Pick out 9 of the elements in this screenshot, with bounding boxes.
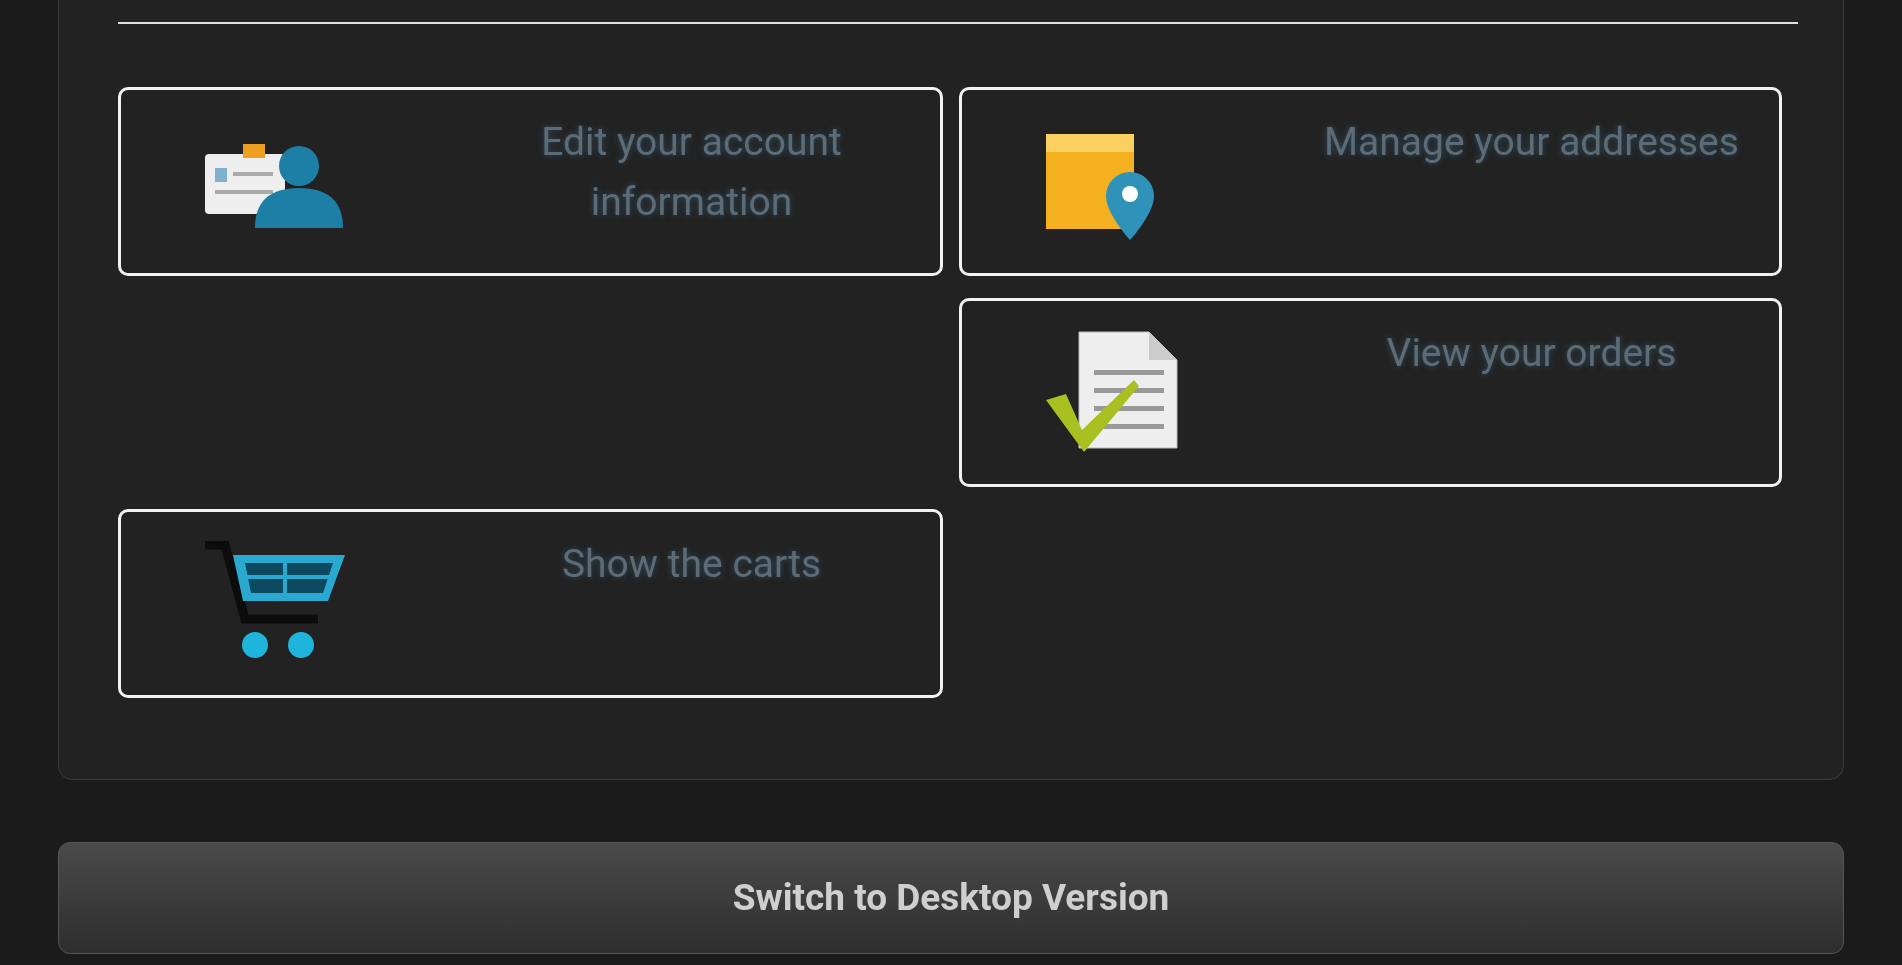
menu-card-label: Manage your addresses: [1323, 118, 1740, 167]
menu-card[interactable]: Show the carts: [118, 509, 943, 698]
menu-card[interactable]: View your orders: [959, 298, 1782, 487]
menu-card-label: Edit your account information: [540, 118, 843, 227]
menu-card[interactable]: Manage your addresses: [959, 87, 1782, 276]
switch-desktop-button[interactable]: Switch to Desktop Version: [58, 842, 1844, 954]
menu-card[interactable]: Edit your account information: [118, 87, 943, 276]
menu-card-label: Show the carts: [560, 540, 823, 589]
menu-card-label: View your orders: [1385, 329, 1678, 378]
